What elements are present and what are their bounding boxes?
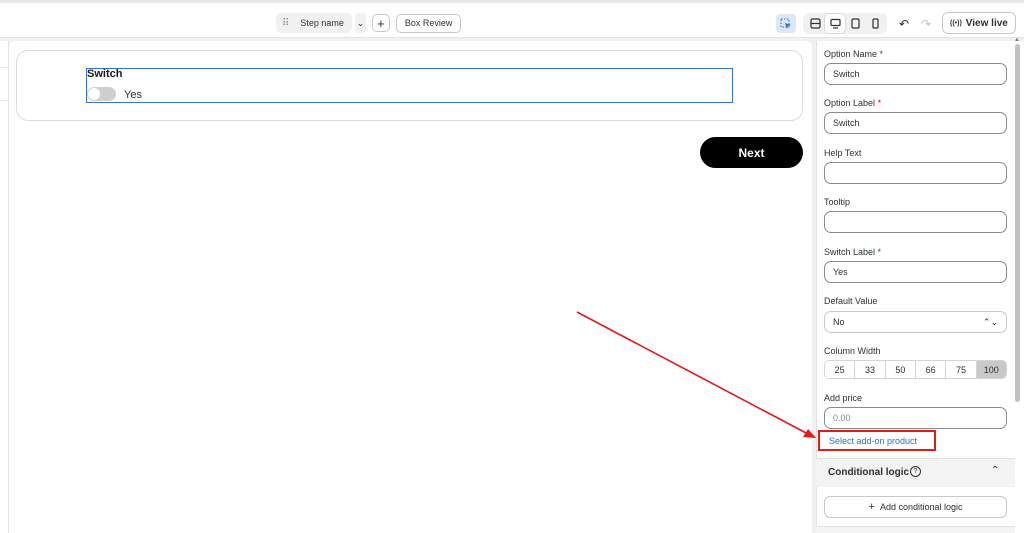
option-label-label: Option Label * [824,98,881,108]
conditional-logic-title: Conditional logic [828,467,910,478]
column-width-segmented: 25 33 50 66 75 100 [824,360,1007,379]
device-switcher [803,13,887,34]
next-button[interactable]: Next [700,137,803,168]
column-width-label: Column Width [824,346,881,356]
select-chevron-icon: ⌃⌄ [982,316,998,327]
broadcast-icon: ((•)) [950,19,962,27]
required-mark: * [879,49,884,59]
required-mark: * [877,247,882,257]
left-sidebar-strip [0,41,9,533]
required-mark: * [877,98,882,108]
option-label-input[interactable]: Switch [824,112,1007,134]
column-width-option[interactable]: 33 [855,361,886,378]
desktop-view-icon[interactable] [825,14,845,33]
add-price-label: Add price [824,393,863,403]
help-text-label: Help Text [824,148,862,158]
step-name-label: Step name [300,18,344,28]
mobile-view-icon[interactable] [865,14,885,33]
switch-knob [88,88,100,100]
step-name-pill[interactable]: ⠿ Step name [276,13,352,33]
switch-text: Yes [124,89,142,101]
view-live-label: View live [965,17,1008,29]
column-width-option-selected[interactable]: 100 [976,361,1006,378]
column-width-option[interactable]: 50 [885,361,916,378]
switch-label-input[interactable]: Yes [824,261,1007,283]
default-value-select[interactable]: No ⌃⌄ [824,311,1007,333]
tooltip-label: Tooltip [824,197,851,207]
default-value-label: Default Value [824,296,878,306]
selected-field-outline[interactable] [86,68,733,103]
fullwidth-view-icon[interactable] [805,14,825,33]
column-width-option[interactable]: 75 [946,361,977,378]
step-controls: ⠿ Step name ⌄ + Box Review [276,12,462,34]
switch-toggle[interactable] [87,87,116,101]
plus-icon: + [868,501,875,513]
tablet-view-icon[interactable] [845,14,865,33]
field-title: Switch [87,68,123,80]
help-text-input[interactable] [824,162,1007,184]
chevron-up-icon[interactable]: ⌃ [991,465,999,476]
add-conditional-logic-label: Add conditional logic [879,502,963,512]
option-name-label: Option Name * [824,49,883,59]
divider [0,67,9,68]
tooltip-input[interactable] [824,211,1007,233]
select-tool-icon[interactable] [776,14,796,33]
box-review-button[interactable]: Box Review [395,13,462,33]
help-circle-icon[interactable]: ? [910,466,921,477]
option-name-input[interactable]: Switch [824,63,1007,85]
redo-icon[interactable]: ↷ [918,14,934,33]
add-step-button[interactable]: + [371,14,390,32]
divider [0,100,9,101]
undo-icon[interactable]: ↶ [896,14,912,33]
scroll-up-icon[interactable]: ▲ [1014,37,1020,43]
drag-handle-icon[interactable]: ⠿ [282,18,289,29]
annotation-highlight-box [818,430,936,451]
add-conditional-logic-button[interactable]: + Add conditional logic [824,496,1007,518]
column-width-option[interactable]: 66 [915,361,947,378]
panel-scrollbar[interactable] [1015,44,1020,402]
option-name-label-text: Option Name [824,49,878,59]
chevron-down-icon[interactable]: ⌄ [354,13,366,33]
top-toolbar: ⠿ Step name ⌄ + Box Review ↶ ↷ ((•)) Vie… [0,0,1024,38]
panel-next-section [816,526,1015,533]
switch-label-label-text: Switch Label [824,247,876,257]
default-value-selected: No [833,317,845,327]
view-live-button[interactable]: ((•)) View live [942,12,1016,34]
option-label-label-text: Option Label [824,98,876,108]
add-price-input[interactable]: 0.00 [824,407,1007,429]
switch-label-label: Switch Label * [824,247,881,257]
column-width-option[interactable]: 25 [825,361,856,378]
